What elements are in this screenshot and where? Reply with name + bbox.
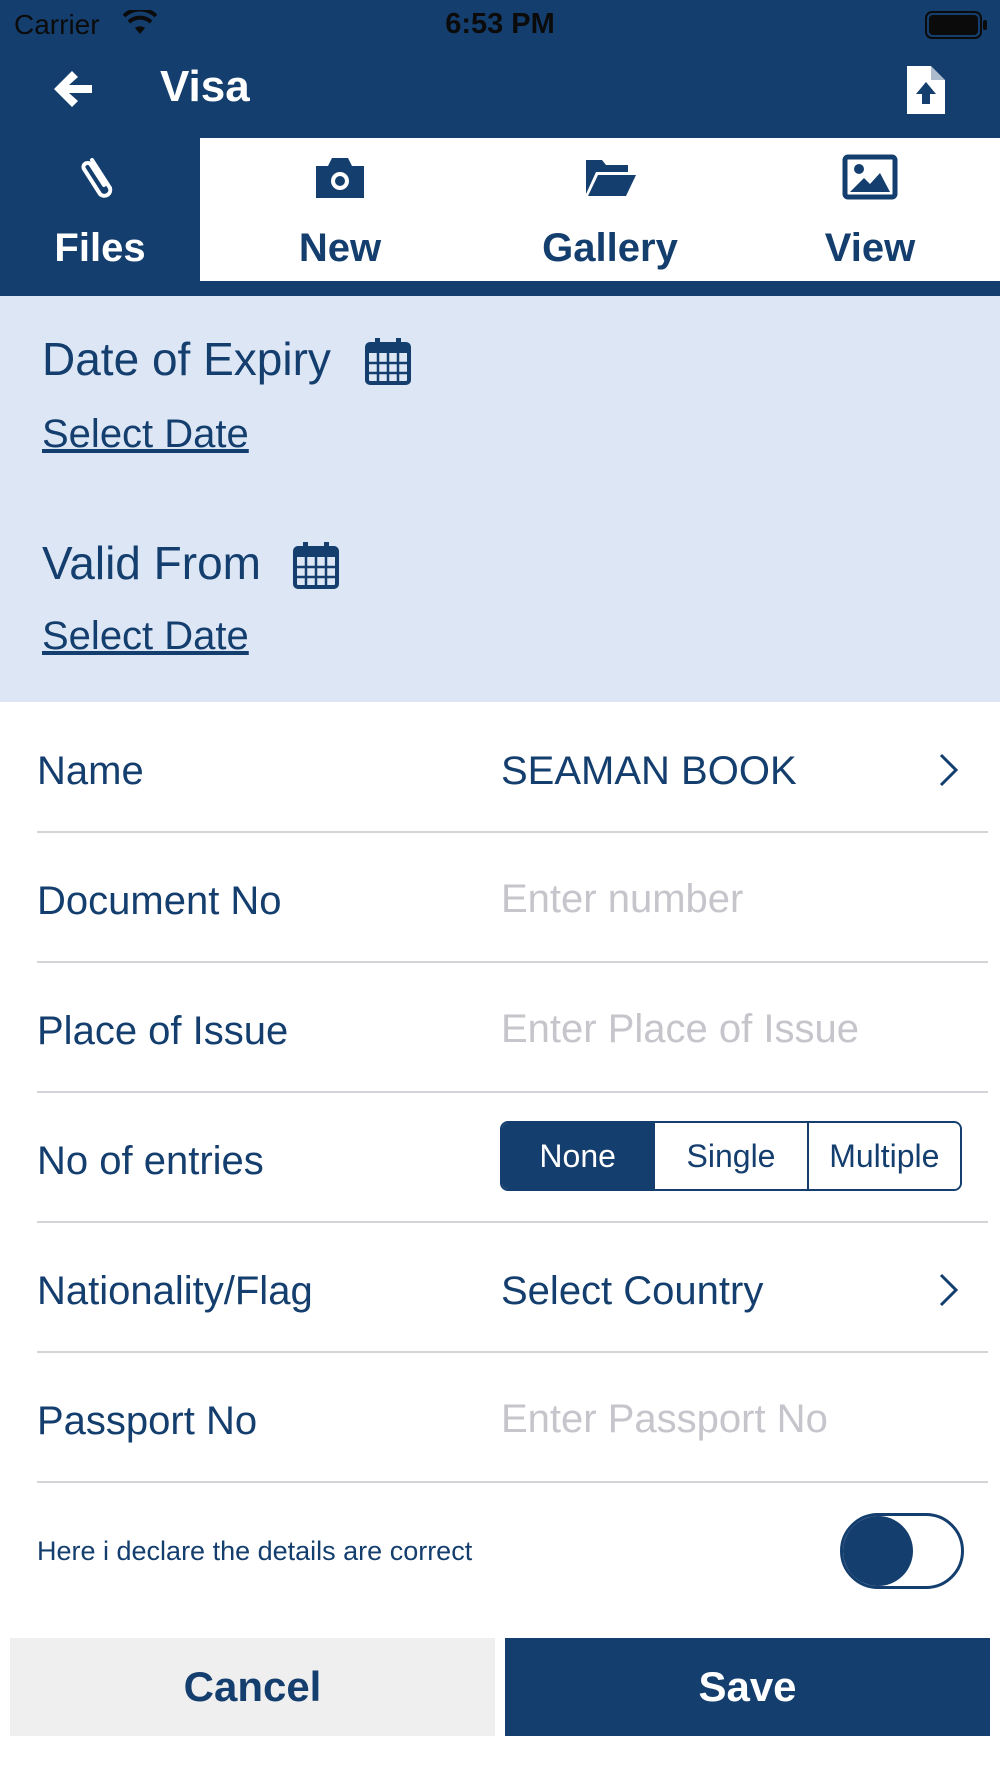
tab-row: New Gallery View — [200, 138, 1000, 281]
save-button[interactable]: Save — [505, 1638, 990, 1736]
toggle-knob — [843, 1516, 913, 1586]
page-title: Visa — [160, 62, 250, 111]
valid-from-select-date-link[interactable]: Select Date — [42, 614, 249, 659]
declaration-text: Here i declare the details are correct — [37, 1536, 473, 1566]
tab-new[interactable]: New — [200, 138, 480, 281]
tab-files-label: Files — [54, 226, 146, 270]
entries-segmented-control: None Single Multiple — [500, 1121, 962, 1191]
entries-label: No of entries — [37, 1139, 264, 1183]
document-no-row: Document No — [37, 833, 988, 963]
place-of-issue-label: Place of Issue — [37, 1009, 289, 1053]
passport-no-input[interactable] — [501, 1389, 981, 1449]
calendar-icon[interactable] — [364, 336, 412, 386]
image-icon — [842, 154, 898, 200]
date-section: Date of Expiry Select Date Valid From Se… — [0, 296, 1000, 702]
entries-option-single[interactable]: Single — [655, 1123, 809, 1189]
nationality-row[interactable]: Nationality/Flag Select Country — [37, 1223, 988, 1353]
document-no-input[interactable] — [501, 869, 981, 929]
tab-files[interactable]: Files — [0, 138, 200, 281]
valid-from-label: Valid From — [42, 537, 261, 589]
status-bar: Carrier 6:53 PM — [0, 0, 1000, 50]
chevron-right-icon — [939, 1273, 959, 1307]
nationality-value[interactable]: Select Country — [501, 1269, 763, 1314]
expiry-date-label: Date of Expiry — [42, 333, 331, 385]
place-of-issue-input[interactable] — [501, 999, 981, 1059]
name-value[interactable]: SEAMAN BOOK — [501, 749, 797, 794]
file-upload-icon[interactable] — [905, 64, 947, 116]
status-time: 6:53 PM — [445, 8, 555, 40]
chevron-right-icon — [939, 753, 959, 787]
entries-row: No of entries None Single Multiple — [37, 1093, 988, 1223]
camera-icon — [316, 158, 364, 198]
nav-bar: Visa — [0, 50, 1000, 138]
tab-view-label: View — [824, 226, 916, 270]
declaration-toggle[interactable] — [840, 1513, 964, 1589]
battery-icon — [925, 11, 987, 39]
place-of-issue-row: Place of Issue — [37, 963, 988, 1093]
folder-open-icon — [586, 160, 636, 196]
arrow-left-icon[interactable] — [48, 64, 98, 114]
tab-gallery[interactable]: Gallery — [470, 138, 750, 281]
media-tabs: Files New Gallery View — [0, 138, 1000, 296]
entries-option-none[interactable]: None — [502, 1123, 656, 1189]
passport-no-row: Passport No — [37, 1353, 988, 1483]
document-no-label: Document No — [37, 879, 282, 923]
entries-option-multiple[interactable]: Multiple — [808, 1123, 960, 1189]
nationality-label: Nationality/Flag — [37, 1269, 313, 1313]
paperclip-icon — [81, 158, 113, 198]
expiry-select-date-link[interactable]: Select Date — [42, 412, 249, 457]
tab-new-label: New — [298, 226, 382, 270]
tab-gallery-label: Gallery — [542, 226, 678, 270]
passport-no-label: Passport No — [37, 1399, 258, 1443]
name-label: Name — [37, 749, 144, 793]
tab-view[interactable]: View — [740, 138, 1000, 281]
name-row[interactable]: Name SEAMAN BOOK — [37, 703, 988, 833]
calendar-icon[interactable] — [292, 540, 340, 590]
cancel-button[interactable]: Cancel — [10, 1638, 495, 1736]
